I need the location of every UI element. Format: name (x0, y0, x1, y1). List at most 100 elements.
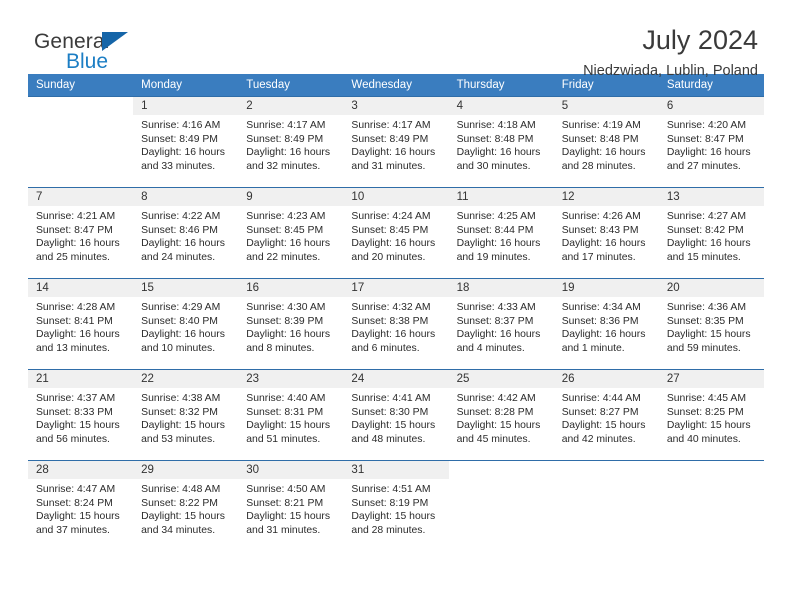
calendar-cell[interactable]: 3 Sunrise: 4:17 AM Sunset: 8:49 PM Daylight… (343, 96, 449, 188)
day-cell[interactable]: 9 Sunrise: 4:23 AM Sunset: 8:45 PM Daylight… (238, 188, 344, 278)
day-cell[interactable]: 12 Sunrise: 4:26 AM Sunset: 8:43 PM Dayligh… (553, 188, 659, 278)
day-cell[interactable]: 5 Sunrise: 4:19 AM Sunset: 8:48 PM Daylight… (553, 97, 659, 187)
calendar-cell[interactable] (28, 96, 134, 188)
day-details: Sunrise: 4:25 AM Sunset: 8:44 PM Daylight:… (449, 206, 554, 264)
calendar-cell[interactable]: 14 Sunrise: 4:28 AM Sunset: 8:41 PM Dayligh… (28, 278, 134, 370)
calendar-cell[interactable]: 25 Sunrise: 4:42 AM Sunset: 8:28 PM Dayligh… (448, 369, 554, 461)
sunset-text: Sunset: 8:43 PM (561, 224, 639, 236)
day-cell[interactable]: 26 Sunrise: 4:44 AM Sunset: 8:27 PM Dayligh… (553, 370, 659, 460)
day-cell[interactable]: 28 Sunrise: 4:47 AM Sunset: 8:24 PM Dayligh… (28, 461, 134, 551)
calendar-cell[interactable] (448, 460, 554, 551)
calendar-cell[interactable]: 18 Sunrise: 4:33 AM Sunset: 8:37 PM Dayligh… (448, 278, 554, 370)
day-cell[interactable]: 20 Sunrise: 4:36 AM Sunset: 8:35 PM Dayligh… (658, 279, 764, 369)
daylight-text: Daylight: 16 hours and 13 minutes. (36, 329, 120, 354)
calendar-cell[interactable]: 26 Sunrise: 4:44 AM Sunset: 8:27 PM Dayligh… (553, 369, 659, 461)
day-cell[interactable]: 16 Sunrise: 4:30 AM Sunset: 8:39 PM Dayligh… (238, 279, 344, 369)
day-cell[interactable]: 14 Sunrise: 4:28 AM Sunset: 8:41 PM Dayligh… (28, 279, 134, 369)
sunrise-text: Sunrise: 4:32 AM (351, 302, 431, 313)
day-cell[interactable]: 6 Sunrise: 4:20 AM Sunset: 8:47 PM Daylight… (658, 97, 764, 187)
calendar-cell[interactable]: 22 Sunrise: 4:38 AM Sunset: 8:32 PM Dayligh… (133, 369, 239, 461)
sunrise-text: Sunrise: 4:17 AM (351, 120, 431, 131)
calendar-cell[interactable]: 21 Sunrise: 4:37 AM Sunset: 8:33 PM Dayligh… (28, 369, 134, 461)
calendar-cell[interactable]: 10 Sunrise: 4:24 AM Sunset: 8:45 PM Dayligh… (343, 187, 449, 279)
calendar-cell[interactable]: 16 Sunrise: 4:30 AM Sunset: 8:39 PM Dayligh… (238, 278, 344, 370)
calendar-cell[interactable]: 17 Sunrise: 4:32 AM Sunset: 8:38 PM Dayligh… (343, 278, 449, 370)
calendar-cell[interactable]: 23 Sunrise: 4:40 AM Sunset: 8:31 PM Dayligh… (238, 369, 344, 461)
daylight-text: Daylight: 15 hours and 28 minutes. (351, 511, 436, 536)
calendar-cell[interactable]: 24 Sunrise: 4:41 AM Sunset: 8:30 PM Dayligh… (343, 369, 449, 461)
daylight-text: Daylight: 15 hours and 34 minutes. (141, 511, 225, 536)
day-cell[interactable]: 13 Sunrise: 4:27 AM Sunset: 8:42 PM Dayligh… (658, 188, 764, 278)
calendar-table: Sunday Monday Tuesday Wednesday Thursday… (28, 74, 764, 551)
day-cell[interactable]: 27 Sunrise: 4:45 AM Sunset: 8:25 PM Dayligh… (658, 370, 764, 460)
sunset-text: Sunset: 8:25 PM (666, 406, 744, 418)
triangle-icon (102, 32, 128, 51)
calendar-cell[interactable]: 5 Sunrise: 4:19 AM Sunset: 8:48 PM Daylight… (553, 96, 659, 188)
calendar-cell[interactable]: 1 Sunrise: 4:16 AM Sunset: 8:49 PM Daylight… (133, 96, 239, 188)
sunset-text: Sunset: 8:39 PM (246, 315, 324, 327)
calendar-cell[interactable]: 11 Sunrise: 4:25 AM Sunset: 8:44 PM Dayligh… (448, 187, 554, 279)
calendar-cell[interactable] (658, 460, 764, 551)
calendar-cell[interactable]: 31 Sunrise: 4:51 AM Sunset: 8:19 PM Dayligh… (343, 460, 449, 551)
day-cell[interactable]: 19 Sunrise: 4:34 AM Sunset: 8:36 PM Dayligh… (553, 279, 659, 369)
day-cell[interactable]: 3 Sunrise: 4:17 AM Sunset: 8:49 PM Daylight… (343, 97, 449, 187)
calendar-week-row: 21 Sunrise: 4:37 AM Sunset: 8:33 PM Dayligh… (28, 369, 764, 461)
calendar-cell[interactable]: 7 Sunrise: 4:21 AM Sunset: 8:47 PM Daylight… (28, 187, 134, 279)
calendar-cell[interactable]: 20 Sunrise: 4:36 AM Sunset: 8:35 PM Dayligh… (658, 278, 764, 370)
day-cell[interactable]: 11 Sunrise: 4:25 AM Sunset: 8:44 PM Dayligh… (448, 188, 554, 278)
calendar-cell[interactable]: 2 Sunrise: 4:17 AM Sunset: 8:49 PM Daylight… (238, 96, 344, 188)
day-cell[interactable]: 24 Sunrise: 4:41 AM Sunset: 8:30 PM Dayligh… (343, 370, 449, 460)
calendar-cell[interactable]: 28 Sunrise: 4:47 AM Sunset: 8:24 PM Dayligh… (28, 460, 134, 551)
day-cell[interactable]: 8 Sunrise: 4:22 AM Sunset: 8:46 PM Daylight… (133, 188, 239, 278)
sunset-text: Sunset: 8:28 PM (456, 406, 534, 418)
day-cell[interactable]: 29 Sunrise: 4:48 AM Sunset: 8:22 PM Dayligh… (133, 461, 239, 551)
day-cell[interactable]: 2 Sunrise: 4:17 AM Sunset: 8:49 PM Daylight… (238, 97, 344, 187)
day-cell[interactable]: 1 Sunrise: 4:16 AM Sunset: 8:49 PM Daylight… (133, 97, 239, 187)
day-cell[interactable]: 7 Sunrise: 4:21 AM Sunset: 8:47 PM Daylight… (28, 188, 134, 278)
day-details: Sunrise: 4:44 AM Sunset: 8:27 PM Daylight:… (554, 388, 659, 446)
day-cell[interactable]: 23 Sunrise: 4:40 AM Sunset: 8:31 PM Dayligh… (238, 370, 344, 460)
calendar-cell[interactable] (553, 460, 659, 551)
day-cell[interactable]: 22 Sunrise: 4:38 AM Sunset: 8:32 PM Dayligh… (133, 370, 239, 460)
daylight-text: Daylight: 16 hours and 8 minutes. (246, 329, 331, 354)
day-details: Sunrise: 4:22 AM Sunset: 8:46 PM Daylight:… (133, 206, 238, 264)
day-cell[interactable] (448, 461, 554, 551)
day-cell[interactable] (658, 461, 764, 551)
sunrise-text: Sunrise: 4:47 AM (36, 484, 116, 495)
calendar-cell[interactable]: 27 Sunrise: 4:45 AM Sunset: 8:25 PM Dayligh… (658, 369, 764, 461)
day-details: Sunrise: 4:36 AM Sunset: 8:35 PM Daylight:… (659, 297, 764, 355)
calendar-cell[interactable]: 9 Sunrise: 4:23 AM Sunset: 8:45 PM Daylight… (238, 187, 344, 279)
day-cell[interactable] (28, 97, 134, 187)
sunrise-text: Sunrise: 4:18 AM (456, 120, 536, 131)
calendar-cell[interactable]: 29 Sunrise: 4:48 AM Sunset: 8:22 PM Dayligh… (133, 460, 239, 551)
day-cell[interactable]: 15 Sunrise: 4:29 AM Sunset: 8:40 PM Dayligh… (133, 279, 239, 369)
brand-logo[interactable]: General Blue (34, 30, 164, 82)
calendar-cell[interactable]: 15 Sunrise: 4:29 AM Sunset: 8:40 PM Dayligh… (133, 278, 239, 370)
calendar-cell[interactable]: 13 Sunrise: 4:27 AM Sunset: 8:42 PM Dayligh… (658, 187, 764, 279)
calendar-cell[interactable]: 12 Sunrise: 4:26 AM Sunset: 8:43 PM Dayligh… (553, 187, 659, 279)
day-cell[interactable]: 30 Sunrise: 4:50 AM Sunset: 8:21 PM Dayligh… (238, 461, 344, 551)
calendar-cell[interactable]: 30 Sunrise: 4:50 AM Sunset: 8:21 PM Dayligh… (238, 460, 344, 551)
sunrise-text: Sunrise: 4:51 AM (351, 484, 431, 495)
day-cell[interactable]: 10 Sunrise: 4:24 AM Sunset: 8:45 PM Dayligh… (343, 188, 449, 278)
day-number: 14 (28, 279, 134, 297)
day-details: Sunrise: 4:23 AM Sunset: 8:45 PM Daylight:… (238, 206, 343, 264)
calendar-cell[interactable]: 8 Sunrise: 4:22 AM Sunset: 8:46 PM Daylight… (133, 187, 239, 279)
sunrise-text: Sunrise: 4:19 AM (561, 120, 641, 131)
title-block: July 2024 Niedzwiada, Lublin, Poland (583, 24, 758, 80)
daylight-text: Daylight: 16 hours and 31 minutes. (351, 147, 436, 172)
day-cell[interactable] (553, 461, 659, 551)
day-details: Sunrise: 4:45 AM Sunset: 8:25 PM Daylight:… (659, 388, 764, 446)
day-cell[interactable]: 21 Sunrise: 4:37 AM Sunset: 8:33 PM Dayligh… (28, 370, 134, 460)
day-cell[interactable]: 4 Sunrise: 4:18 AM Sunset: 8:48 PM Daylight… (448, 97, 554, 187)
weekday-header-wednesday: Wednesday (343, 74, 449, 97)
day-cell[interactable]: 18 Sunrise: 4:33 AM Sunset: 8:37 PM Dayligh… (448, 279, 554, 369)
calendar-cell[interactable]: 4 Sunrise: 4:18 AM Sunset: 8:48 PM Daylight… (448, 96, 554, 188)
day-number: 4 (448, 97, 554, 115)
day-cell[interactable]: 31 Sunrise: 4:51 AM Sunset: 8:19 PM Dayligh… (343, 461, 449, 551)
calendar-cell[interactable]: 19 Sunrise: 4:34 AM Sunset: 8:36 PM Dayligh… (553, 278, 659, 370)
day-cell[interactable]: 25 Sunrise: 4:42 AM Sunset: 8:28 PM Dayligh… (448, 370, 554, 460)
calendar-cell[interactable]: 6 Sunrise: 4:20 AM Sunset: 8:47 PM Daylight… (658, 96, 764, 188)
day-cell[interactable]: 17 Sunrise: 4:32 AM Sunset: 8:38 PM Dayligh… (343, 279, 449, 369)
sunrise-text: Sunrise: 4:26 AM (561, 211, 641, 222)
